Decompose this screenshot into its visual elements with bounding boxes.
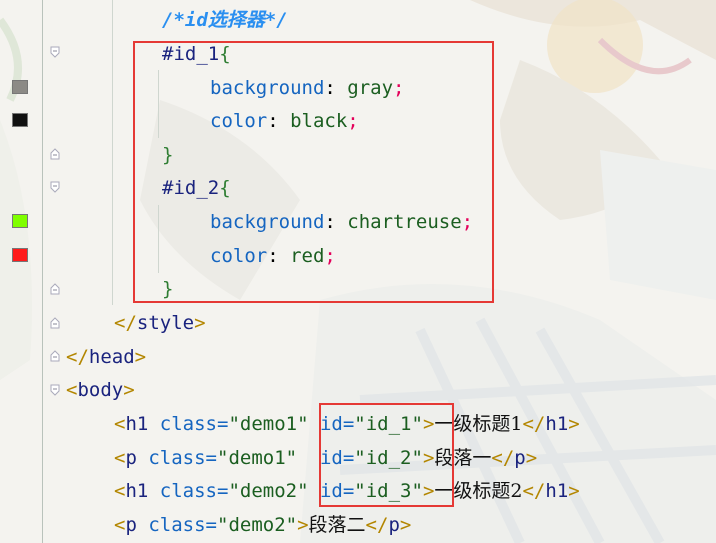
tag-name: h1 — [545, 413, 569, 435]
tag-name: h1 — [125, 413, 149, 435]
tag-name: p — [514, 447, 526, 469]
tag-name: body — [77, 379, 124, 401]
tag-name: h1 — [125, 480, 149, 502]
attr-name: class= — [148, 447, 217, 469]
code-line-head-close: </head> — [66, 346, 147, 368]
code-line-html-element: <p class="demo2">段落二</p> — [114, 514, 412, 536]
attr-value: "demo2" — [228, 480, 309, 502]
attr-value: "demo1" — [217, 447, 298, 469]
attr-value: "demo2" — [217, 514, 298, 536]
code-line-body-open: <body> — [66, 379, 135, 401]
css-comment: /*id选择器*/ — [162, 9, 288, 31]
tag-name: p — [125, 447, 137, 469]
attr-value: "demo1" — [228, 413, 309, 435]
code-line-style-close: </style> — [114, 312, 206, 334]
tag-name: h1 — [545, 480, 569, 502]
id-attributes-highlight-box — [319, 403, 454, 507]
tag-name: p — [125, 514, 137, 536]
code-line-comment: /*id选择器*/ — [162, 3, 288, 37]
tag-name: style — [136, 312, 195, 334]
tag-name: head — [88, 346, 135, 368]
css-rules-highlight-box — [133, 41, 494, 303]
element-text: 段落二 — [308, 514, 366, 536]
attr-name: class= — [159, 480, 229, 502]
tag-name: p — [388, 514, 400, 536]
attr-name: class= — [148, 514, 217, 536]
attr-name: class= — [159, 413, 229, 435]
